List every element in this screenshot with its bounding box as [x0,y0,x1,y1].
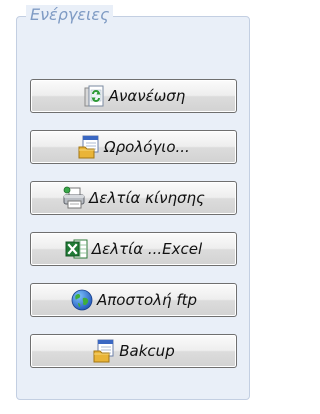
excel-reports-button-label: Δελτία ...Excel [91,240,203,258]
refresh-button-label: Ανανέωση [108,87,186,105]
excel-reports-button[interactable]: Δελτία ...Excel [30,232,237,266]
actions-group-title: Ενέργειες [26,5,114,25]
movement-reports-button[interactable]: Δελτία κίνησης [30,181,237,215]
refresh-button[interactable]: Ανανέωση [30,79,237,113]
send-ftp-button[interactable]: Αποστολή ftp [30,283,237,317]
schedule-button[interactable]: Ωρολόγιο... [30,130,237,164]
backup-button[interactable]: Bakcup [30,334,237,368]
schedule-button-label: Ωρολόγιο... [104,138,190,156]
send-ftp-button-label: Αποστολή ftp [96,291,198,309]
calendar-schedule-icon [78,135,99,159]
globe-icon [71,289,93,311]
refresh-document-icon [84,85,104,107]
calendar-backup-icon [93,339,114,363]
movement-reports-button-label: Δελτία κίνησης [89,189,205,207]
backup-button-label: Bakcup [119,342,175,360]
printer-icon [63,186,85,209]
excel-icon [65,239,88,259]
